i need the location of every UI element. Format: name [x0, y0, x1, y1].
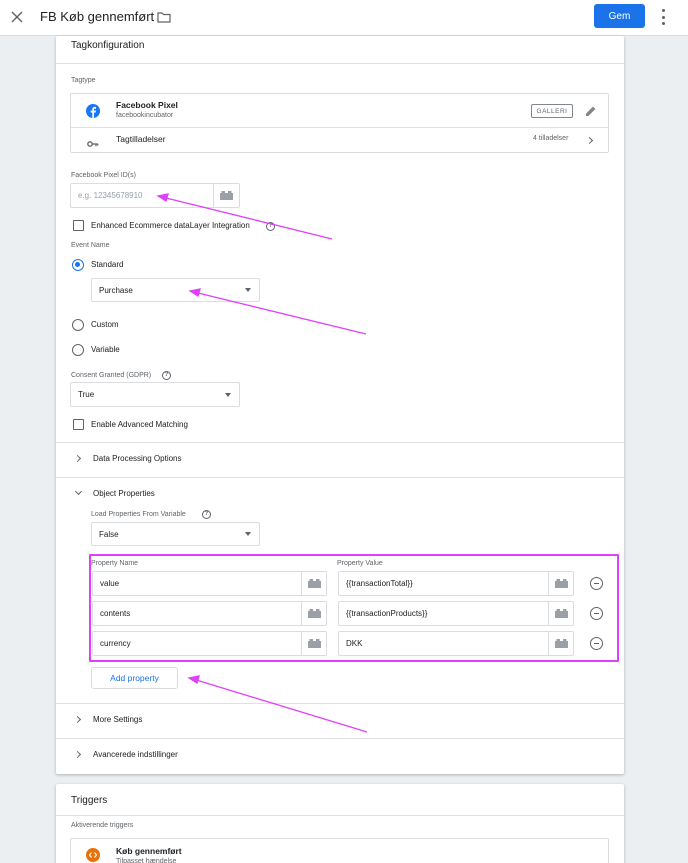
dropdown-arrow-icon: [245, 532, 251, 536]
property-name-input[interactable]: currency: [92, 631, 327, 656]
consent-select[interactable]: True: [70, 382, 240, 407]
chevron-down-icon[interactable]: [74, 487, 83, 496]
property-name-input[interactable]: value: [92, 571, 327, 596]
consent-value: True: [78, 390, 95, 399]
variable-radio[interactable]: [72, 344, 84, 356]
key-icon: [87, 135, 99, 147]
custom-label: Custom: [91, 320, 119, 329]
property-name-header: Property Name: [91, 560, 139, 567]
load-from-variable-select[interactable]: False: [91, 522, 260, 546]
permissions-count: 4 tilladelser: [533, 135, 569, 142]
tag-name: Facebook Pixel: [116, 100, 178, 110]
more-options-icon[interactable]: [656, 9, 670, 25]
variable-picker-icon[interactable]: [548, 572, 573, 595]
edit-pencil-icon[interactable]: [585, 104, 599, 118]
page-title: FB Køb gennemført: [40, 9, 155, 24]
dropdown-arrow-icon: [225, 392, 231, 397]
top-bar: FB Køb gennemført Gem: [0, 0, 688, 36]
gallery-button[interactable]: GALLERI: [531, 104, 573, 118]
more-settings-toggle[interactable]: More Settings: [93, 715, 142, 724]
permissions-label: Tagtilladelser: [116, 134, 166, 144]
trigger-item[interactable]: Køb gennemført Tilpasset hændelse: [70, 838, 609, 863]
triggers-card: Triggers Aktiverende triggers Køb gennem…: [56, 784, 624, 863]
variable-picker-icon[interactable]: [213, 184, 239, 207]
variable-label: Variable: [91, 345, 120, 354]
code-brackets-icon: [86, 848, 100, 862]
standard-event-value: Purchase: [99, 285, 133, 295]
divider: [56, 815, 624, 816]
data-processing-toggle[interactable]: Data Processing Options: [93, 454, 182, 463]
save-button[interactable]: Gem: [594, 4, 645, 28]
tag-type-box[interactable]: Facebook Pixel facebookincubator GALLERI…: [70, 93, 609, 153]
event-name-label: Event Name: [71, 242, 110, 249]
divider: [56, 477, 624, 478]
remove-row-icon[interactable]: [590, 577, 603, 590]
add-property-button[interactable]: Add property: [91, 667, 178, 689]
variable-picker-icon[interactable]: [548, 632, 573, 655]
chevron-right-icon[interactable]: [73, 454, 82, 463]
facebook-icon: [86, 104, 100, 118]
divider: [56, 442, 624, 443]
chevron-right-icon[interactable]: [585, 136, 594, 145]
consent-label: Consent Granted (GDPR): [71, 372, 152, 379]
variable-picker-icon[interactable]: [301, 572, 326, 595]
remove-row-icon[interactable]: [590, 607, 603, 620]
close-icon[interactable]: [6, 6, 28, 28]
object-properties-toggle[interactable]: Object Properties: [93, 489, 155, 498]
variable-picker-icon[interactable]: [301, 602, 326, 625]
divider: [56, 738, 624, 739]
property-value-input[interactable]: {{transactionTotal}}: [338, 571, 574, 596]
custom-radio[interactable]: [72, 319, 84, 331]
property-value-header: Property Value: [337, 560, 383, 567]
dropdown-arrow-icon: [245, 288, 251, 292]
trigger-type: Tilpasset hændelse: [116, 858, 177, 863]
remove-row-icon[interactable]: [590, 637, 603, 650]
help-icon[interactable]: ?: [162, 371, 171, 380]
variable-picker-icon[interactable]: [301, 632, 326, 655]
property-value-input[interactable]: {{transactionProducts}}: [338, 601, 574, 626]
enhanced-ecommerce-checkbox[interactable]: [73, 220, 84, 231]
pixel-id-label: Facebook Pixel ID(s): [71, 172, 136, 179]
firing-triggers-label: Aktiverende triggers: [71, 822, 134, 829]
enhanced-ecommerce-label: Enhanced Ecommerce dataLayer Integration: [91, 221, 250, 230]
property-value-input[interactable]: DKK: [338, 631, 574, 656]
advanced-matching-label: Enable Advanced Matching: [91, 420, 188, 429]
help-icon[interactable]: ?: [266, 222, 275, 231]
tag-vendor: facebookincubator: [116, 112, 174, 119]
load-from-variable-value: False: [99, 529, 119, 539]
chevron-right-icon[interactable]: [73, 715, 82, 724]
chevron-right-icon[interactable]: [73, 750, 82, 759]
standard-event-select[interactable]: Purchase: [91, 278, 260, 302]
divider: [71, 127, 608, 128]
divider: [56, 63, 624, 64]
triggers-title: Triggers: [71, 795, 108, 806]
divider: [56, 703, 624, 704]
tag-type-label: Tagtype: [71, 77, 96, 84]
tag-configuration-card: Tagkonfiguration Tagtype Facebook Pixel …: [56, 36, 624, 774]
section-title: Tagkonfiguration: [71, 40, 145, 51]
trigger-name: Køb gennemført: [116, 846, 182, 856]
advanced-settings-toggle[interactable]: Avancerede indstillinger: [93, 750, 178, 759]
folder-icon[interactable]: [157, 10, 171, 24]
property-name-input[interactable]: contents: [92, 601, 327, 626]
load-from-variable-label: Load Properties From Variable: [91, 511, 186, 518]
advanced-matching-checkbox[interactable]: [73, 419, 84, 430]
help-icon[interactable]: ?: [202, 510, 211, 519]
standard-radio[interactable]: [72, 259, 84, 271]
variable-picker-icon[interactable]: [548, 602, 573, 625]
standard-label: Standard: [91, 260, 124, 269]
